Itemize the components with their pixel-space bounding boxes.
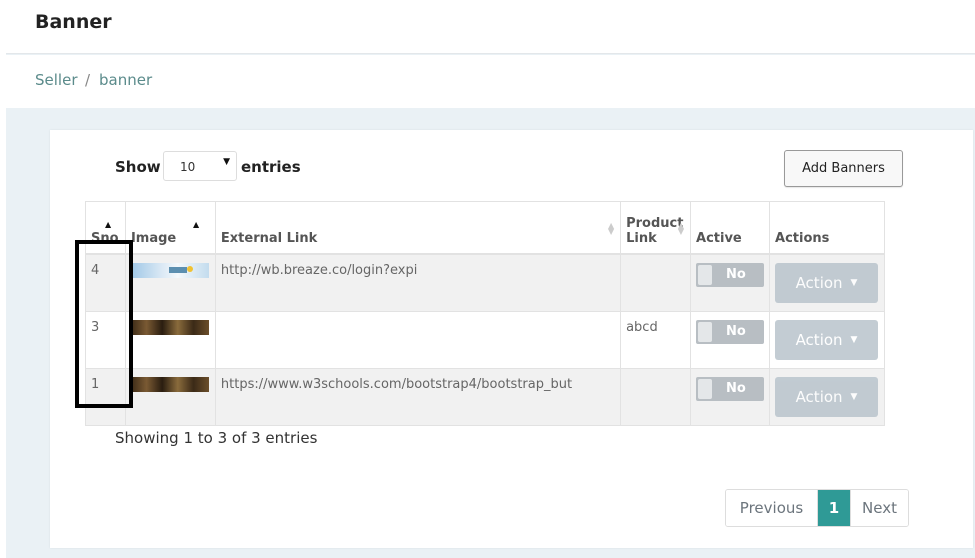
sort-both-icon: ▲ ▼ <box>607 221 615 236</box>
cell-actions: Action ▼ <box>769 310 885 369</box>
cell-external-link <box>214 310 622 369</box>
cell-active: No <box>690 367 771 426</box>
cell-sno: 3 <box>85 310 126 369</box>
caret-down-icon: ▼ <box>223 157 230 167</box>
cell-actions: Action ▼ <box>769 253 885 312</box>
cell-image <box>124 367 216 426</box>
toggle-label: No <box>726 323 746 339</box>
show-label: Show <box>115 158 161 176</box>
cell-actions: Action ▼ <box>769 367 885 426</box>
column-label: Image <box>130 230 177 246</box>
action-dropdown-button[interactable]: Action ▼ <box>775 262 879 303</box>
column-header-external-link[interactable]: External Link ▲ ▼ <box>214 201 622 255</box>
caret-down-icon: ▼ <box>850 277 858 288</box>
column-header-sno[interactable]: ▲ Sno <box>85 201 126 255</box>
banner-table: ▲ Sno ▲ Image External Link ▲ ▼ Product L… <box>85 201 885 426</box>
column-label: Product <box>626 215 684 231</box>
column-header-actions: Actions <box>769 201 885 255</box>
next-page-button[interactable]: Next <box>850 490 908 526</box>
toggle-knob <box>698 378 713 399</box>
cell-product-link <box>620 367 692 426</box>
cell-sno: 4 <box>85 253 126 312</box>
sort-asc-icon: ▲ <box>105 220 112 229</box>
action-dropdown-button[interactable]: Action ▼ <box>775 319 879 360</box>
banner-thumbnail <box>130 262 209 278</box>
cell-image <box>124 253 216 312</box>
column-header-active: Active <box>690 201 771 255</box>
active-toggle[interactable]: No <box>696 319 765 344</box>
page-header: Banner <box>6 0 975 54</box>
table-info: Showing 1 to 3 of 3 entries <box>115 429 318 447</box>
breadcrumb-separator: / <box>85 71 91 89</box>
banner-thumbnail <box>130 319 209 335</box>
cell-active: No <box>690 253 771 312</box>
column-label: Actions <box>775 230 830 246</box>
sort-both-icon: ▲ ▼ <box>677 221 685 236</box>
column-label: External Link <box>220 230 318 246</box>
breadcrumb: Seller / banner <box>6 55 975 108</box>
pagination: Previous 1 Next <box>725 489 909 527</box>
action-label: Action <box>795 273 843 292</box>
breadcrumb-current: banner <box>99 71 153 89</box>
table-row: 1 https://www.w3schools.com/bootstrap4/b… <box>85 367 885 426</box>
active-toggle[interactable]: No <box>696 262 765 287</box>
active-toggle[interactable]: No <box>696 376 765 401</box>
toggle-knob <box>698 264 713 285</box>
toggle-knob <box>698 321 713 342</box>
breadcrumb-seller-link[interactable]: Seller <box>35 71 77 89</box>
cell-product-link <box>620 253 692 312</box>
cell-sno: 1 <box>85 367 126 426</box>
action-dropdown-button[interactable]: Action ▼ <box>775 376 879 417</box>
caret-down-icon: ▼ <box>850 391 858 402</box>
page-size-select[interactable]: 10 ▼ <box>163 151 237 181</box>
column-label: Active <box>696 230 742 246</box>
caret-down-icon: ▼ <box>850 334 858 345</box>
entries-label: entries <box>241 158 301 176</box>
column-header-product-link[interactable]: Product Link ▲ ▼ <box>620 201 692 255</box>
add-banners-button[interactable]: Add Banners <box>784 150 903 187</box>
sort-asc-icon: ▲ <box>192 220 200 229</box>
action-label: Action <box>795 330 843 349</box>
column-label: Link <box>626 230 657 246</box>
page-title: Banner <box>35 11 112 33</box>
action-label: Action <box>795 387 843 406</box>
cell-active: No <box>690 310 771 369</box>
cell-product-link: abcd <box>620 310 692 369</box>
table-row: 4 http://wb.breaze.co/login?expi No Acti… <box>85 253 885 312</box>
banner-card: Show 10 ▼ entries Add Banners ▲ Sno ▲ Im… <box>50 130 973 548</box>
page-1-button[interactable]: 1 <box>818 490 850 526</box>
column-label: Sno <box>91 230 119 246</box>
cell-image <box>124 310 216 369</box>
table-row: 3 abcd No Action ▼ <box>85 310 885 369</box>
toggle-label: No <box>726 380 746 396</box>
cell-external-link: http://wb.breaze.co/login?expi <box>214 253 622 312</box>
column-header-image[interactable]: ▲ Image <box>124 201 216 255</box>
page-size-value: 10 <box>180 160 196 174</box>
cell-external-link: https://www.w3schools.com/bootstrap4/boo… <box>214 367 622 426</box>
previous-page-button[interactable]: Previous <box>726 490 818 526</box>
banner-thumbnail <box>130 376 209 392</box>
toggle-label: No <box>726 266 746 282</box>
